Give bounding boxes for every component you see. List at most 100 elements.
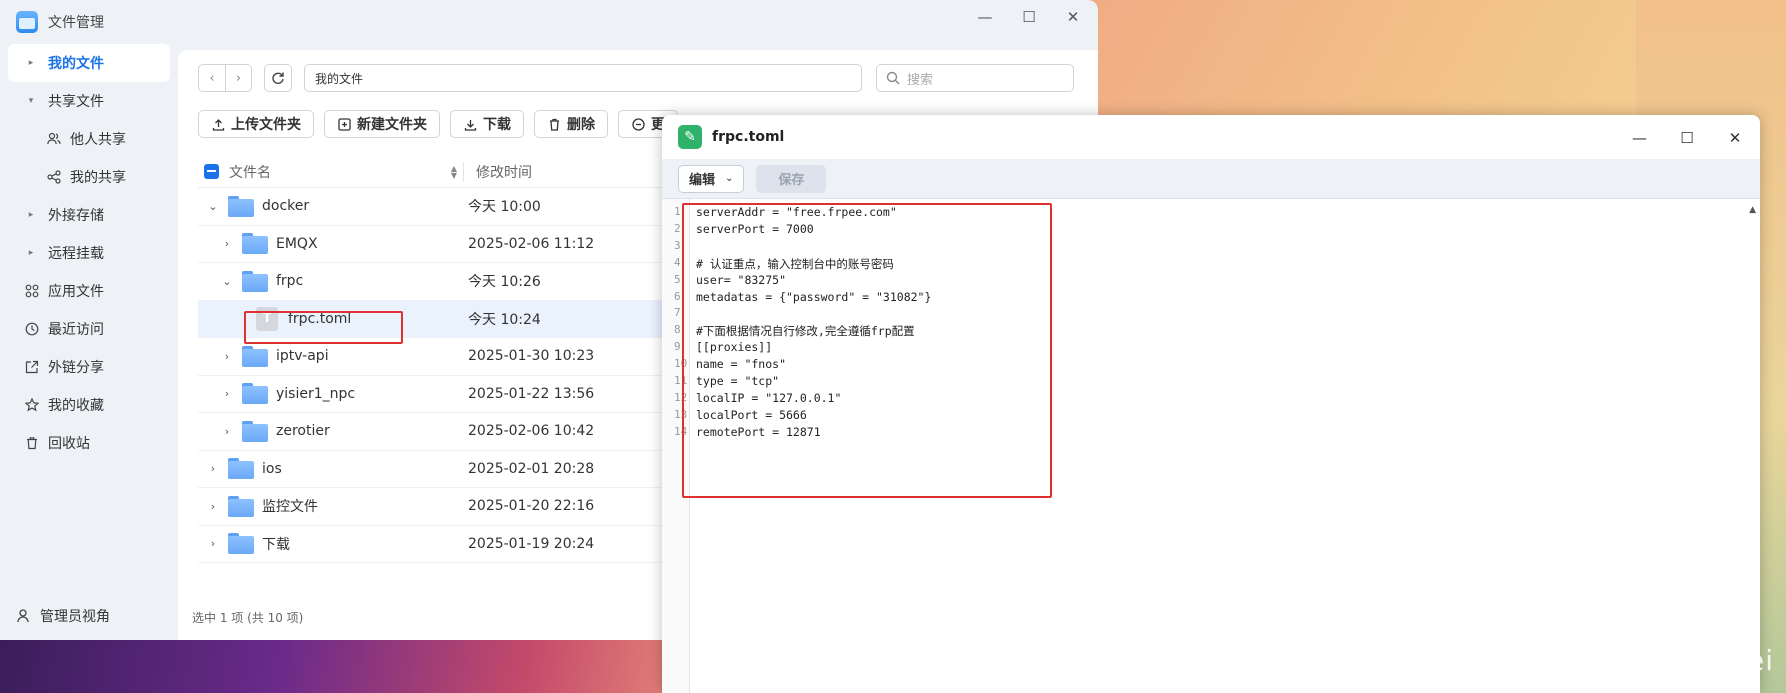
annotation-highlight-code — [682, 203, 1052, 498]
folder-icon — [242, 383, 268, 405]
refresh-icon — [272, 72, 284, 84]
chevron-down-icon[interactable]: ⌄ — [220, 275, 234, 288]
chevron-right-icon[interactable]: › — [220, 425, 234, 438]
folder-icon — [228, 495, 254, 517]
folder-icon — [242, 270, 268, 292]
sidebar-item-10[interactable]: 回收站 — [8, 424, 170, 462]
download-label: 下载 — [483, 117, 511, 133]
file-name: 下载 — [262, 536, 290, 553]
delete-label: 删除 — [567, 117, 595, 133]
scroll-up-icon[interactable]: ▲ — [1749, 205, 1756, 215]
edit-menu-button[interactable]: 编辑 ⌄ — [678, 164, 745, 193]
chevron-down-icon[interactable]: ⌄ — [206, 200, 220, 213]
star-icon — [24, 397, 40, 413]
modified-time: 今天 10:26 — [468, 274, 541, 291]
file-name: 监控文件 — [262, 499, 318, 516]
chevron-right-icon[interactable]: › — [220, 387, 234, 400]
sidebar-item-label: 我的文件 — [48, 56, 104, 72]
file-name: docker — [262, 198, 310, 215]
sidebar: ▸ 我的文件 ▾ 共享文件 他人共享 我的共享 ▸ 外接存储 ▸ 远程挂载 应用文件 最近访问 外链分享… — [0, 44, 178, 640]
sort-icon[interactable]: ▲ ▼ — [451, 164, 457, 179]
upload-folder-button[interactable]: 上传文件夹 — [198, 110, 314, 138]
path-bar[interactable]: 我的文件 — [304, 64, 862, 92]
file-name: frpc — [276, 273, 304, 290]
sidebar-item-7[interactable]: 最近访问 — [8, 310, 170, 348]
sidebar-item-3[interactable]: 我的共享 — [8, 158, 170, 196]
chevron-right-icon[interactable]: › — [206, 537, 220, 550]
chevron-right-icon: ▸ — [28, 210, 34, 220]
sidebar-item-5[interactable]: ▸ 远程挂载 — [8, 234, 170, 272]
modified-time: 2025-01-30 10:23 — [468, 348, 595, 365]
file-name: iptv-api — [276, 348, 329, 365]
close-icon[interactable]: ✕ — [1066, 8, 1080, 26]
line-number: 1 — [674, 205, 681, 218]
back-arrow-icon[interactable]: ‹ — [199, 65, 225, 91]
add-box-icon — [337, 117, 351, 131]
column-name-label: 文件名 — [229, 164, 271, 181]
edit-menu-label: 编辑 — [689, 173, 716, 188]
sidebar-item-label: 共享文件 — [48, 94, 104, 110]
sidebar-item-label: 他人共享 — [70, 132, 126, 148]
forward-arrow-icon[interactable]: › — [225, 65, 251, 91]
search-input[interactable]: 搜索 — [876, 64, 1074, 92]
new-folder-button[interactable]: 新建文件夹 — [324, 110, 440, 138]
table-row[interactable]: › EMQX 2025-02-06 11:12 — [198, 226, 718, 263]
table-row[interactable]: ⌄ docker 今天 10:00 — [198, 188, 718, 226]
chevron-right-icon: ▸ — [28, 248, 34, 258]
admin-user-icon — [16, 608, 32, 624]
column-time-header[interactable]: 修改时间 — [463, 161, 532, 182]
sidebar-item-8[interactable]: 外链分享 — [8, 348, 170, 386]
search-icon — [885, 70, 901, 86]
chevron-right-icon[interactable]: › — [220, 237, 234, 250]
table-row[interactable]: › zerotier 2025-02-06 10:42 — [198, 413, 718, 451]
trash-icon — [24, 435, 40, 451]
sidebar-item-label: 外接存储 — [48, 208, 104, 224]
search-placeholder: 搜索 — [907, 72, 934, 88]
sidebar-item-label: 外链分享 — [48, 360, 104, 376]
table-row[interactable]: › yisier1_npc 2025-01-22 13:56 — [198, 376, 718, 413]
modified-time: 2025-02-06 10:42 — [468, 423, 595, 440]
sidebar-item-0[interactable]: ▸ 我的文件 — [8, 44, 170, 82]
column-name-header[interactable]: 文件名 ▲ ▼ — [229, 162, 463, 182]
chevron-right-icon[interactable]: › — [220, 350, 234, 363]
upload-icon — [211, 117, 225, 131]
upload-folder-label: 上传文件夹 — [231, 117, 301, 133]
table-row[interactable]: › 监控文件 2025-01-20 22:16 — [198, 488, 718, 526]
save-button[interactable]: 保存 — [756, 164, 827, 193]
admin-view-label[interactable]: 管理员视角 — [40, 606, 110, 626]
minimize-icon[interactable]: — — [978, 8, 993, 26]
maximize-icon[interactable]: ☐ — [1022, 8, 1036, 26]
close-icon[interactable]: ✕ — [1728, 129, 1742, 147]
folder-icon — [242, 345, 268, 367]
vertical-scrollbar[interactable]: ▲ — [1746, 199, 1760, 693]
table-row[interactable]: › ios 2025-02-01 20:28 — [198, 451, 718, 488]
sidebar-item-4[interactable]: ▸ 外接存储 — [8, 196, 170, 234]
path-text: 我的文件 — [315, 71, 364, 86]
line-number: 3 — [674, 238, 681, 252]
line-number: 2 — [674, 221, 681, 235]
chevron-right-icon[interactable]: › — [206, 462, 220, 475]
refresh-button[interactable] — [264, 64, 292, 92]
file-rows: ⌄ docker 今天 10:00 › EMQX 2025-02-06 11:12 ⌄ frp… — [198, 188, 718, 563]
select-all-checkbox[interactable] — [204, 164, 219, 179]
line-number: 5 — [674, 272, 681, 286]
sidebar-item-2[interactable]: 他人共享 — [8, 120, 170, 158]
maximize-icon[interactable]: ☐ — [1680, 129, 1694, 147]
minimize-icon[interactable]: — — [1632, 129, 1647, 147]
sidebar-item-1[interactable]: ▾ 共享文件 — [8, 82, 170, 120]
table-row[interactable]: ⌄ frpc 今天 10:26 — [198, 263, 718, 301]
download-button[interactable]: 下载 — [450, 110, 524, 138]
modified-time: 2025-01-22 13:56 — [468, 385, 595, 402]
file-table: 文件名 ▲ ▼ 修改时间 ⌄ docker 今天 10:00 › EMQX 2025-02-… — [198, 156, 718, 563]
modified-time: 今天 10:00 — [468, 199, 541, 216]
file-name: EMQX — [276, 235, 318, 252]
sidebar-item-6[interactable]: 应用文件 — [8, 272, 170, 310]
editor-window-controls: — ☐ ✕ — [1632, 129, 1742, 147]
navigation-toolbar: ‹ › 我的文件 搜索 — [198, 64, 1078, 92]
table-row[interactable]: › 下载 2025-01-19 20:24 — [198, 526, 718, 563]
editor-title: frpc.toml — [712, 129, 785, 145]
sidebar-item-label: 远程挂载 — [48, 246, 104, 262]
delete-button[interactable]: 删除 — [534, 110, 608, 138]
chevron-right-icon[interactable]: › — [206, 500, 220, 513]
sidebar-item-9[interactable]: 我的收藏 — [8, 386, 170, 424]
